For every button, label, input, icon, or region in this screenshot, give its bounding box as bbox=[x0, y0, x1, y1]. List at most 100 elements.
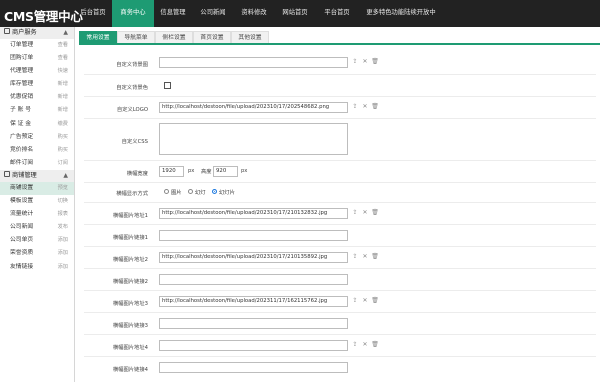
logo-label: 自定义LOGO bbox=[116, 107, 148, 113]
sidebar-item-action[interactable]: 添加 bbox=[58, 247, 68, 260]
trash-icon[interactable]: 🗑 bbox=[370, 58, 380, 65]
sidebar-item-action[interactable]: 购买 bbox=[58, 131, 68, 144]
form-row-banner1: 横幅图片地址1 http://localhost/destoon/file/up… bbox=[84, 202, 596, 224]
chevron-up-icon: ▲ bbox=[63, 171, 68, 179]
upload-icon[interactable]: ⇪ bbox=[350, 103, 360, 110]
sidebar-item-action[interactable]: 新增 bbox=[58, 104, 68, 117]
sidebar-group-shop-manage[interactable]: 商铺管理 ▲ bbox=[0, 169, 74, 182]
upload-icon[interactable]: ⇪ bbox=[350, 341, 360, 348]
close-icon[interactable]: ✕ bbox=[360, 103, 370, 110]
banner-mode-label: 横幅显示方式 bbox=[116, 191, 148, 197]
sidebar-item-action[interactable]: 查看 bbox=[58, 39, 68, 52]
sidebar-item[interactable]: 团购订单 查看 bbox=[0, 52, 74, 65]
upload-icon[interactable]: ⇪ bbox=[350, 209, 360, 216]
sidebar-item-action[interactable]: 预览 bbox=[58, 182, 68, 195]
upload-icon[interactable]: ⇪ bbox=[350, 297, 360, 304]
topnav-profile-edit[interactable]: 资料修改 bbox=[234, 0, 274, 27]
bg-image-input[interactable] bbox=[159, 57, 348, 68]
trash-icon[interactable]: 🗑 bbox=[370, 209, 380, 216]
banner4-actions: ⇪ ✕ 🗑 bbox=[350, 341, 380, 348]
sidebar-item-label: 团购订单 bbox=[10, 55, 34, 62]
link1-input[interactable] bbox=[159, 230, 348, 241]
radio-slide[interactable]: 幻灯 bbox=[188, 188, 206, 196]
banner3-label: 横幅图片地址3 bbox=[112, 301, 148, 307]
close-icon[interactable]: ✕ bbox=[360, 209, 370, 216]
color-picker-swatch[interactable] bbox=[164, 82, 171, 89]
close-icon[interactable]: ✕ bbox=[360, 297, 370, 304]
banner3-input[interactable]: http://localhost/destoon/file/upload/202… bbox=[159, 296, 348, 307]
topnav-company-news[interactable]: 公司新闻 bbox=[192, 0, 234, 27]
banner3-actions: ⇪ ✕ 🗑 bbox=[350, 297, 380, 304]
topnav-home[interactable]: 后台首页 bbox=[74, 0, 112, 27]
px-unit: px bbox=[188, 168, 195, 174]
topnav-platform-home[interactable]: 平台首页 bbox=[316, 0, 358, 27]
link3-input[interactable] bbox=[159, 318, 348, 329]
link2-input[interactable] bbox=[159, 274, 348, 285]
css-textarea[interactable] bbox=[159, 123, 348, 155]
trash-icon[interactable]: 🗑 bbox=[370, 297, 380, 304]
close-icon[interactable]: ✕ bbox=[360, 58, 370, 65]
close-icon[interactable]: ✕ bbox=[360, 253, 370, 260]
sidebar-item-action[interactable]: 添加 bbox=[58, 234, 68, 247]
sidebar-item[interactable]: 竞价排名 购买 bbox=[0, 144, 74, 157]
topnav-more-features[interactable]: 更多特色功能陆续开放中 bbox=[358, 0, 444, 27]
sidebar-item[interactable]: 保 证 金 缴费 bbox=[0, 118, 74, 131]
sidebar-item-action[interactable]: 缴费 bbox=[58, 118, 68, 131]
topnav-business-center[interactable]: 商务中心 bbox=[112, 0, 154, 27]
sidebar-item-action[interactable]: 新增 bbox=[58, 91, 68, 104]
banner2-input[interactable]: http://localhost/destoon/file/upload/202… bbox=[159, 252, 348, 263]
sidebar-item[interactable]: 子 账 号 新增 bbox=[0, 104, 74, 117]
upload-icon[interactable]: ⇪ bbox=[350, 253, 360, 260]
topnav-info-manage[interactable]: 信息管理 bbox=[154, 0, 192, 27]
tab-common-settings[interactable]: 常用设置 bbox=[79, 31, 117, 43]
tab-sidebar-settings[interactable]: 侧栏设置 bbox=[155, 31, 193, 43]
sidebar-item-action[interactable]: 新增 bbox=[58, 78, 68, 91]
sidebar-item-action[interactable]: 报表 bbox=[58, 208, 68, 221]
sidebar-item[interactable]: 公司新闻 发布 bbox=[0, 221, 74, 234]
sidebar-item[interactable]: 荣誉资质 添加 bbox=[0, 247, 74, 260]
chevron-up-icon: ▲ bbox=[63, 29, 68, 36]
sidebar-item-label: 订单管理 bbox=[10, 42, 34, 48]
trash-icon[interactable]: 🗑 bbox=[370, 103, 380, 110]
sidebar-item-action[interactable]: 快速 bbox=[58, 65, 68, 78]
banner4-label: 横幅图片地址4 bbox=[112, 345, 148, 351]
app-logo-title: CMS管理中心 bbox=[4, 9, 83, 24]
sidebar-item-action[interactable]: 切换 bbox=[58, 195, 68, 208]
sidebar-item[interactable]: 公司单页 添加 bbox=[0, 234, 74, 247]
logo-actions: ⇪ ✕ 🗑 bbox=[350, 103, 380, 110]
sidebar-item-action[interactable]: 添加 bbox=[58, 261, 68, 274]
sidebar-item[interactable]: 优惠促销 新增 bbox=[0, 91, 74, 104]
sidebar-item[interactable]: 代理管理 快速 bbox=[0, 65, 74, 78]
radio-image[interactable]: 图片 bbox=[164, 188, 182, 196]
close-icon[interactable]: ✕ bbox=[360, 341, 370, 348]
sidebar-item-action[interactable]: 发布 bbox=[58, 221, 68, 234]
link1-label: 横幅图片链接1 bbox=[112, 235, 148, 241]
sidebar-item[interactable]: 商铺设置 预览 bbox=[0, 181, 74, 196]
topnav-site-home[interactable]: 网站首页 bbox=[274, 0, 316, 27]
sidebar-item[interactable]: 模板设置 切换 bbox=[0, 195, 74, 208]
sidebar-item[interactable]: 广告预定 购买 bbox=[0, 131, 74, 144]
link4-input[interactable] bbox=[159, 362, 348, 373]
sidebar-item-action[interactable]: 查看 bbox=[58, 52, 68, 65]
sidebar-item-action[interactable]: 订阅 bbox=[58, 157, 68, 170]
banner4-input[interactable] bbox=[159, 340, 348, 351]
banner-width-input[interactable]: 1920 bbox=[159, 166, 184, 177]
sidebar-item[interactable]: 友情链接 添加 bbox=[0, 261, 74, 274]
sidebar-group-merchant-service[interactable]: 商户服务 ▲ bbox=[0, 27, 74, 39]
sidebar-item[interactable]: 订单管理 查看 bbox=[0, 39, 74, 52]
banner-height-input[interactable]: 920 bbox=[213, 166, 238, 177]
sidebar-item-label: 广告预定 bbox=[10, 133, 34, 140]
tab-home-settings[interactable]: 首页设置 bbox=[193, 31, 231, 43]
sidebar-item-action[interactable]: 购买 bbox=[58, 144, 68, 157]
tab-nav-menu[interactable]: 导航菜单 bbox=[117, 31, 155, 43]
sidebar-item[interactable]: 流量统计 报表 bbox=[0, 208, 74, 221]
trash-icon[interactable]: 🗑 bbox=[370, 341, 380, 348]
banner1-input[interactable]: http://localhost/destoon/file/upload/202… bbox=[159, 208, 348, 219]
radio-slideshow[interactable]: 幻灯片 bbox=[212, 188, 235, 196]
tab-other-settings[interactable]: 其他设置 bbox=[231, 31, 269, 43]
sidebar-item[interactable]: 邮件订阅 订阅 bbox=[0, 157, 74, 170]
trash-icon[interactable]: 🗑 bbox=[370, 253, 380, 260]
upload-icon[interactable]: ⇪ bbox=[350, 58, 360, 65]
logo-input[interactable]: http://localhost/destoon/file/upload/202… bbox=[159, 102, 348, 113]
sidebar-item[interactable]: 库存管理 新增 bbox=[0, 78, 74, 91]
